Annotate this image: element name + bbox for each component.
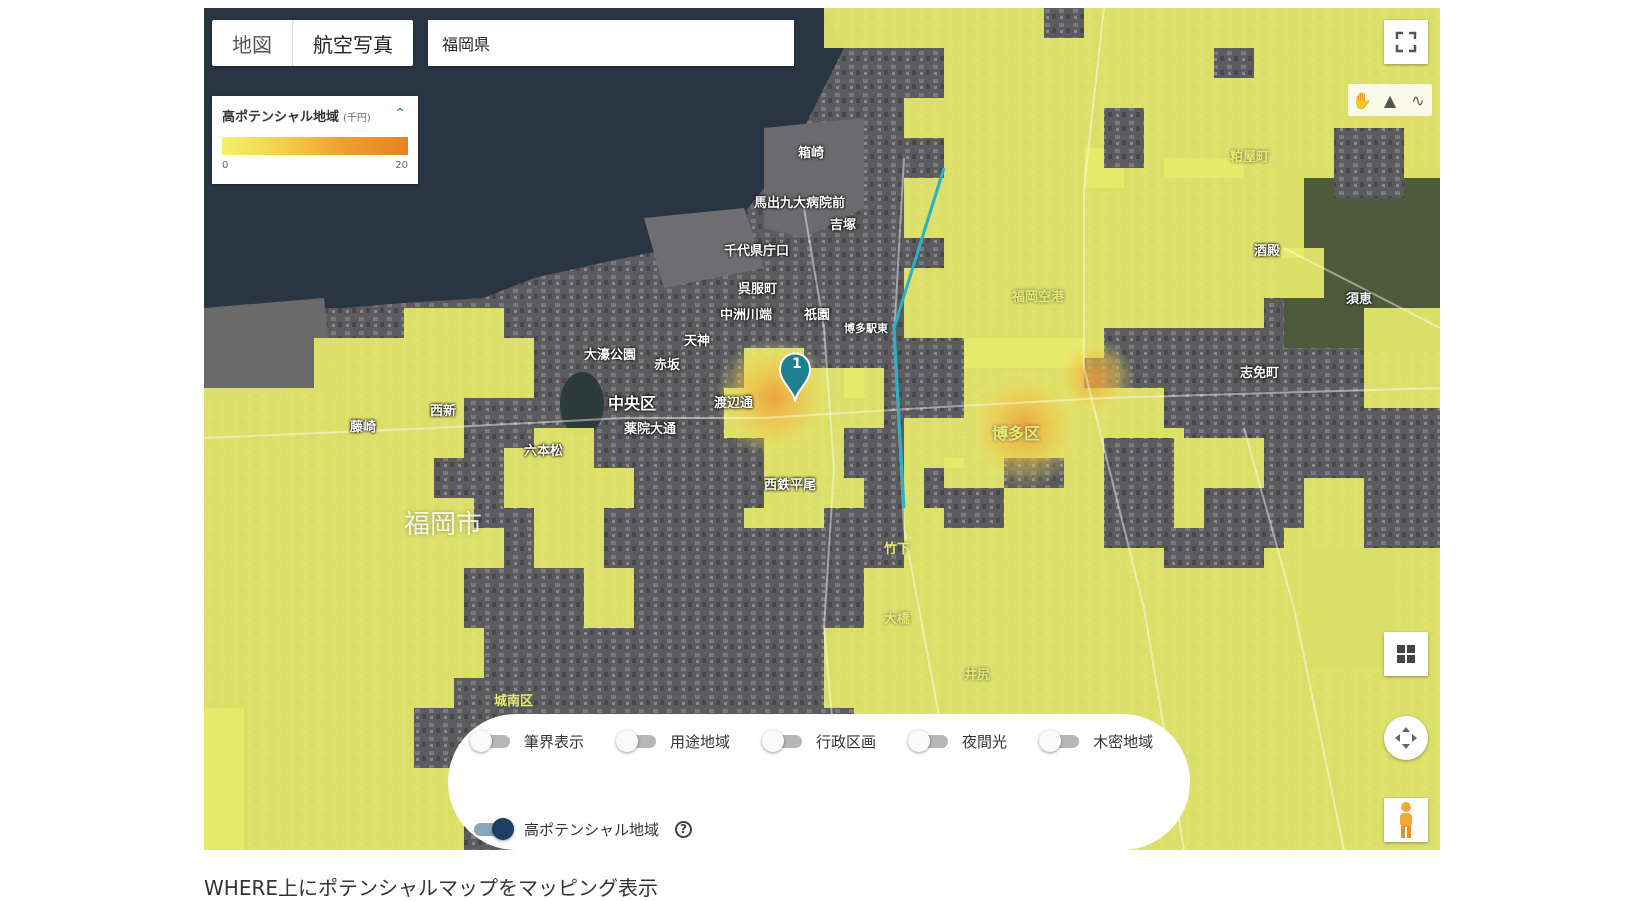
toggle-switch[interactable] (1039, 730, 1080, 752)
label-ohori: 大濠公園 (584, 348, 637, 363)
help-icon[interactable]: ? (675, 820, 693, 838)
layer-toggle-admin[interactable]: 行政区画 (762, 730, 876, 752)
street-view-button[interactable] (1384, 798, 1428, 842)
legend-title: 高ポテンシャル地域 (222, 110, 340, 125)
layer-toggle-night-light[interactable]: 夜間光 (908, 730, 1007, 752)
label-izuru: 井尻 (964, 668, 991, 683)
pegman-icon (1400, 802, 1412, 838)
label-minami-ku: 城南区 (494, 694, 534, 709)
label-fukuoka-airport: 福岡空港 (1012, 290, 1065, 305)
toggle-switch[interactable] (908, 730, 949, 752)
map-type-roadmap-button[interactable]: 地図 (212, 20, 292, 66)
fullscreen-icon (1395, 31, 1417, 53)
label-hakata-station: 博多駅東 (844, 322, 888, 335)
legend-ticks: 0 20 (222, 160, 408, 171)
marker-number: 1 (792, 356, 802, 372)
label-sue: 須恵 (1346, 292, 1373, 307)
label-ohashi: 大橋 (884, 612, 911, 627)
label-nishijin: 西新 (430, 404, 457, 419)
figure-caption: WHERE上にポテンシャルマップをマッピング表示 (204, 876, 658, 900)
label-watanabe: 渡辺通 (714, 396, 754, 411)
layers-panel: 筆界表示 用途地域 行政区画 夜間光 木密地域 高ポテンシャル地域 ? (448, 714, 1190, 850)
label-nishitetsu-hirao: 西鉄平尾 (764, 478, 817, 493)
legend-unit: (千円) (343, 113, 371, 124)
label-ropponmatsu: 六本松 (524, 444, 564, 459)
layer-toggle-row: 筆界表示 用途地域 行政区画 夜間光 木密地域 (470, 730, 1185, 752)
potential-toggle-row: 高ポテンシャル地域 ? (470, 818, 693, 840)
label-kasuya: 粕屋町 (1230, 150, 1270, 165)
label-fukuoka-city: 福岡市 (404, 510, 483, 540)
hand-icon[interactable]: ✋ (1348, 84, 1376, 116)
toggle-label: 行政区画 (816, 732, 877, 751)
toggle-label: 筆界表示 (524, 732, 585, 751)
label-shime: 志免町 (1240, 366, 1280, 381)
layers-button[interactable] (1384, 632, 1428, 676)
label-gofukumachi: 呉服町 (738, 282, 778, 297)
pan-button[interactable] (1384, 716, 1428, 760)
layer-toggle-zoning[interactable]: 用途地域 (616, 730, 730, 752)
layer-toggle-wooden-density[interactable]: 木密地域 (1039, 730, 1153, 752)
pan-icon (1395, 727, 1417, 749)
toggle-label: 夜間光 (962, 732, 1008, 751)
legend-color-scale (222, 137, 408, 155)
toggle-label: 木密地域 (1093, 732, 1154, 751)
polygon-icon[interactable]: ▲ (1376, 84, 1404, 116)
grid-icon (1397, 645, 1415, 663)
toggle-switch[interactable] (470, 818, 514, 840)
label-takeshita: 竹下 (884, 542, 911, 557)
chevron-up-icon[interactable]: ⌃ (394, 106, 406, 122)
draw-toolbar: ✋ ▲ ∿ (1348, 84, 1432, 116)
location-search-input[interactable] (428, 20, 794, 66)
label-hakata-ku: 博多区 (992, 424, 1041, 443)
label-chuo-ku: 中央区 (608, 394, 657, 413)
label-akasaka: 赤坂 (654, 358, 681, 373)
layer-toggle-high-potential[interactable]: 高ポテンシャル地域 (470, 818, 659, 840)
toggle-label: 高ポテンシャル地域 (524, 820, 660, 839)
label-nakasu: 中洲川端 (720, 308, 773, 323)
map-type-toggle: 地図 航空写真 (212, 20, 413, 66)
map-type-satellite-button[interactable]: 航空写真 (292, 20, 413, 66)
legend-min: 0 (222, 160, 229, 171)
toggle-switch[interactable] (616, 730, 657, 752)
layer-toggle-boundary[interactable]: 筆界表示 (470, 730, 584, 752)
label-hakozaki: 箱崎 (798, 146, 825, 161)
toggle-label: 用途地域 (670, 732, 731, 751)
map-view[interactable]: 1 福岡市 中央区 博多区 天神 中洲川端 呉服町 祇園 箱崎 博多駅東 福岡空… (204, 8, 1440, 850)
toggle-switch[interactable] (762, 730, 803, 752)
label-chiyo: 千代県庁口 (724, 244, 790, 259)
label-yakuin: 薬院大通 (624, 422, 677, 437)
label-tenjin: 天神 (684, 334, 711, 349)
label-gion: 祇園 (804, 308, 831, 323)
ohori-pond (560, 372, 604, 436)
label-yoshizuka: 吉塚 (830, 218, 857, 233)
label-maidashi: 馬出九大病院前 (754, 196, 846, 211)
label-sakedo: 酒殿 (1254, 244, 1281, 259)
potential-legend: 高ポテンシャル地域 (千円) ⌃ 0 20 (212, 96, 418, 184)
fullscreen-button[interactable] (1384, 20, 1428, 64)
toggle-switch[interactable] (470, 730, 510, 752)
legend-title-row: 高ポテンシャル地域 (千円) (222, 106, 408, 125)
label-fujisaki: 藤崎 (350, 420, 377, 435)
legend-max: 20 (395, 160, 408, 171)
line-icon[interactable]: ∿ (1404, 84, 1432, 116)
